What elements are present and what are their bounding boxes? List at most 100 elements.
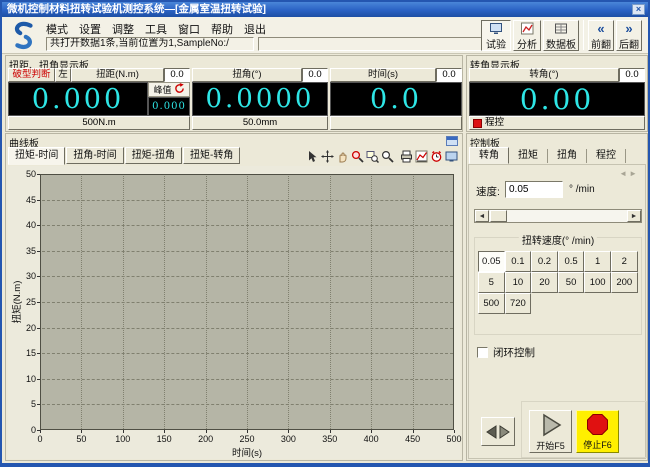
alarm-clock-icon[interactable] — [429, 149, 444, 164]
analysis-button[interactable]: 分析 — [513, 20, 541, 51]
menu-item-3[interactable]: 工具 — [145, 24, 167, 36]
stop-label: 停止F6 — [577, 438, 618, 451]
x-tick-mark — [247, 430, 248, 433]
time-range — [330, 116, 462, 130]
speed-button-100[interactable]: 100 — [584, 272, 611, 293]
speed-button-1[interactable]: 1 — [584, 251, 611, 272]
main-toolbar-buttons: 试验 分析 数据板 « 前翻 » 后翻 — [481, 20, 642, 51]
speed-button-10[interactable]: 10 — [505, 272, 532, 293]
zoom-out-icon[interactable] — [380, 149, 395, 164]
speed-button-200[interactable]: 200 — [611, 272, 638, 293]
zoom-in-icon[interactable] — [350, 149, 365, 164]
jog-button[interactable] — [481, 417, 515, 446]
curve-tab-2[interactable]: 扭矩-扭角 — [125, 147, 182, 164]
scrollbar-right-arrow[interactable]: ► — [627, 210, 641, 222]
speed-button-720[interactable]: 720 — [505, 293, 532, 314]
control-tab-0[interactable]: 转角 — [469, 147, 509, 164]
analysis-chart-icon — [514, 22, 540, 36]
close-button[interactable]: × — [632, 4, 645, 15]
curve-tab-0[interactable]: 扭矩-时间 — [8, 147, 65, 165]
menu-item-1[interactable]: 设置 — [79, 24, 101, 36]
program-control-indicator — [473, 119, 482, 128]
speed-button-5[interactable]: 5 — [478, 272, 505, 293]
x-tick-mark — [123, 430, 124, 433]
data-board-icon — [544, 22, 578, 36]
speed-input[interactable] — [505, 181, 563, 198]
x-tick-450: 450 — [399, 434, 427, 444]
speed-unit-label: ° /min — [569, 184, 595, 195]
closed-loop-row: 闭环控制 — [477, 345, 535, 360]
speed-button-2[interactable]: 2 — [611, 251, 638, 272]
title-bar[interactable]: 微机控制材料扭转试验机测控系统—[金属室温扭转试验] × — [2, 2, 648, 17]
break-detect-label: 破型判断 — [8, 68, 55, 82]
x-tick-300: 300 — [274, 434, 302, 444]
x-tick-mark — [81, 430, 82, 433]
y-tick-mark — [37, 353, 40, 354]
cursor-icon[interactable] — [305, 149, 320, 164]
scroll-left-icon[interactable]: ◄ — [619, 169, 629, 178]
curve-tab-1[interactable]: 扭角-时间 — [66, 147, 123, 164]
menu-item-2[interactable]: 调整 — [112, 24, 134, 36]
menu-item-5[interactable]: 帮助 — [211, 24, 233, 36]
x-tick-mark — [288, 430, 289, 433]
page-forward-button[interactable]: » 后翻 — [616, 20, 642, 51]
gridline-v — [288, 176, 289, 429]
control-tab-2[interactable]: 扭角 — [548, 149, 587, 163]
stop-octagon-icon — [586, 413, 609, 436]
speed-button-500[interactable]: 500 — [478, 293, 505, 314]
torque-display: 破型判断 左 扭距(N.m) 0.0 0.000 峰值 0.000 500N — [8, 68, 190, 130]
toolbar-separator — [583, 20, 584, 50]
speed-button-20[interactable]: 20 — [531, 272, 558, 293]
closed-loop-checkbox[interactable] — [477, 347, 488, 358]
peak-refresh-icon[interactable] — [174, 83, 185, 96]
menu-bar: 模式设置调整工具窗口帮助退出 — [46, 21, 277, 37]
panel-window-icon[interactable] — [446, 136, 458, 146]
time-value: 0.0 — [330, 82, 462, 116]
x-tick-500: 500 — [440, 434, 468, 444]
stop-button[interactable]: 停止F6 — [576, 410, 619, 453]
twist-angle-display: 扭角(°) 0.0 0.0000 50.0mm — [192, 68, 328, 130]
torque-range: 500N.m — [8, 116, 190, 130]
print-icon[interactable] — [399, 149, 414, 164]
tab-scroller[interactable]: ◄► — [619, 169, 639, 178]
control-panel: 控制板 转角扭矩扭角程控 ◄► 速度: ° /min ◄ ► 扭转速度(° /m… — [466, 133, 648, 461]
test-button[interactable]: 试验 — [481, 20, 511, 51]
zoom-window-icon[interactable] — [365, 149, 380, 164]
control-tab-3[interactable]: 程控 — [587, 149, 626, 163]
speed-button-0.1[interactable]: 0.1 — [505, 251, 532, 272]
speed-button-0.05[interactable]: 0.05 — [478, 251, 505, 272]
data-board-button[interactable]: 数据板 — [543, 20, 579, 51]
data-monitor-icon[interactable] — [444, 149, 459, 164]
speed-button-50[interactable]: 50 — [558, 272, 585, 293]
start-button[interactable]: 开始F5 — [529, 410, 572, 453]
speed-scrollbar[interactable]: ◄ ► — [474, 209, 642, 223]
page-back-button[interactable]: « 前翻 — [588, 20, 614, 51]
y-tick-40: 40 — [10, 220, 36, 230]
torque-header-value: 0.0 — [164, 68, 190, 82]
torque-angle-display-panel: 扭距、扭角显示板 破型判断 左 扭距(N.m) 0.0 0.000 峰值 0. — [5, 55, 463, 132]
y-tick-5: 5 — [10, 399, 36, 409]
scrollbar-left-arrow[interactable]: ◄ — [475, 210, 489, 222]
scroll-right-icon[interactable]: ► — [629, 169, 639, 178]
gridline-v — [81, 176, 82, 429]
y-tick-20: 20 — [10, 323, 36, 333]
direction-label: 左 — [55, 68, 71, 82]
y-tick-mark — [37, 302, 40, 303]
control-tab-1[interactable]: 扭矩 — [509, 149, 548, 163]
y-tick-mark — [37, 225, 40, 226]
y-tick-mark — [37, 328, 40, 329]
x-tick-200: 200 — [192, 434, 220, 444]
menu-item-4[interactable]: 窗口 — [178, 24, 200, 36]
menu-item-0[interactable]: 模式 — [46, 24, 68, 36]
move-icon[interactable] — [320, 149, 335, 164]
scrollbar-thumb[interactable] — [490, 210, 507, 222]
gridline-v — [123, 176, 124, 429]
speed-button-0.5[interactable]: 0.5 — [558, 251, 585, 272]
chart-export-icon[interactable] — [414, 149, 429, 164]
menu-item-6[interactable]: 退出 — [244, 24, 266, 36]
curve-tab-3[interactable]: 扭矩-转角 — [183, 147, 240, 164]
pan-hand-icon[interactable] — [335, 149, 350, 164]
angle-header-value: 0.0 — [302, 68, 328, 82]
gridline-v — [413, 176, 414, 429]
speed-button-0.2[interactable]: 0.2 — [531, 251, 558, 272]
